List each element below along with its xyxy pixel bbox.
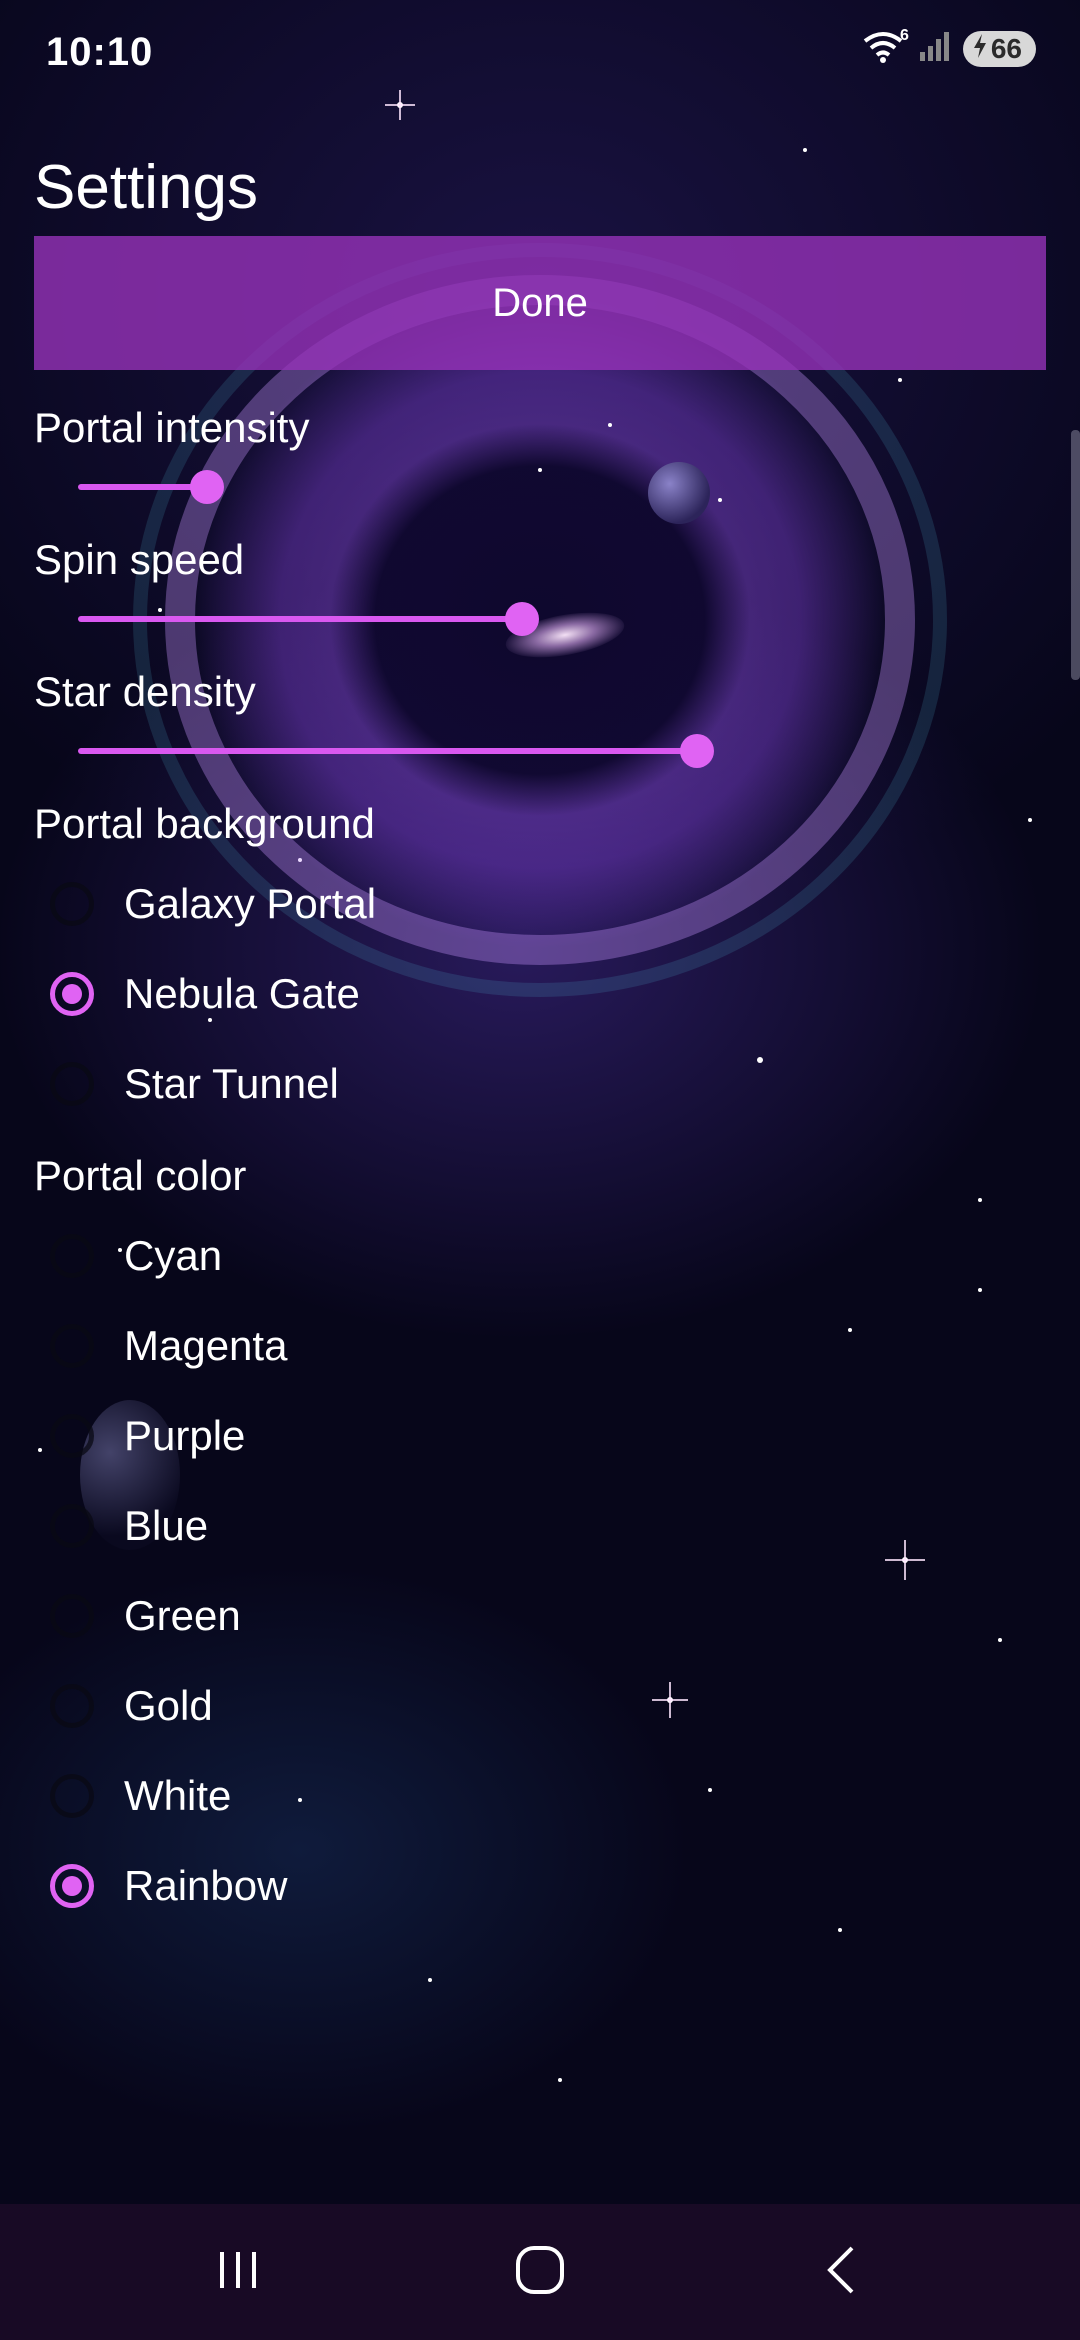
radio-button[interactable] — [50, 1594, 94, 1638]
radio-label: Galaxy Portal — [124, 880, 377, 927]
slider-thumb[interactable] — [680, 734, 715, 768]
radio-option-green[interactable]: Green — [50, 1576, 650, 1656]
radio-label: Nebula Gate — [124, 970, 360, 1017]
radio-button[interactable] — [50, 972, 94, 1016]
slider-thumb[interactable] — [504, 602, 539, 636]
home-icon — [514, 2244, 566, 2301]
radio-button[interactable] — [50, 1234, 94, 1278]
radio-option-gold[interactable]: Gold — [50, 1666, 650, 1746]
back-icon — [822, 2244, 862, 2301]
star-density-slider[interactable] — [78, 731, 1002, 771]
done-button[interactable]: Done — [34, 236, 1046, 370]
radio-option-galaxy-portal[interactable]: Galaxy Portal — [50, 864, 650, 944]
recents-button[interactable] — [188, 2242, 288, 2302]
slider-fill — [78, 484, 208, 490]
home-button[interactable] — [490, 2242, 590, 2302]
scrollbar[interactable] — [1071, 430, 1080, 680]
portal-intensity-slider[interactable] — [78, 467, 1002, 507]
portal-color-heading: Portal color — [34, 1152, 247, 1199]
radio-label: Gold — [124, 1682, 213, 1729]
radio-label: Cyan — [124, 1232, 223, 1279]
radio-option-purple[interactable]: Purple — [50, 1396, 650, 1476]
slider-fill — [78, 616, 522, 622]
status-time: 10:10 — [46, 30, 154, 74]
radio-label: Blue — [124, 1502, 209, 1549]
status-icons: 6 66 — [863, 27, 1036, 67]
radio-button[interactable] — [50, 1324, 94, 1368]
slider-thumb[interactable] — [190, 470, 225, 504]
radio-label: Purple — [124, 1412, 246, 1459]
radio-label: Star Tunnel — [124, 1060, 339, 1107]
radio-button[interactable] — [50, 1774, 94, 1818]
navigation-bar — [0, 2204, 1080, 2340]
radio-button[interactable] — [50, 882, 94, 926]
radio-button[interactable] — [50, 1504, 94, 1548]
radio-button[interactable] — [50, 1414, 94, 1458]
spin-speed-slider[interactable] — [78, 599, 1002, 639]
battery-level: 66 — [990, 32, 1022, 64]
recents-icon — [214, 2248, 262, 2297]
radio-label: Rainbow — [124, 1862, 288, 1909]
radio-option-star-tunnel[interactable]: Star Tunnel — [50, 1044, 650, 1124]
back-button[interactable] — [792, 2242, 892, 2302]
page-title: Settings — [34, 153, 259, 222]
radio-option-blue[interactable]: Blue — [50, 1486, 650, 1566]
battery-charging-icon — [973, 33, 987, 65]
wifi-badge: 6 — [899, 26, 909, 44]
spin-speed-label: Spin speed — [34, 536, 245, 583]
radio-label: Green — [124, 1592, 241, 1639]
radio-label: Magenta — [124, 1322, 288, 1369]
radio-button[interactable] — [50, 1684, 94, 1728]
radio-button[interactable] — [50, 1062, 94, 1106]
signal-icon — [919, 30, 953, 67]
radio-button[interactable] — [50, 1864, 94, 1908]
radio-option-rainbow[interactable]: Rainbow — [50, 1846, 650, 1926]
radio-label: White — [124, 1772, 232, 1819]
portal-intensity-label: Portal intensity — [34, 404, 310, 451]
radio-option-white[interactable]: White — [50, 1756, 650, 1836]
radio-option-cyan[interactable]: Cyan — [50, 1216, 650, 1296]
battery-indicator: 66 — [962, 30, 1036, 67]
radio-option-magenta[interactable]: Magenta — [50, 1306, 650, 1386]
portal-background-heading: Portal background — [34, 800, 375, 847]
status-bar: 10:10 6 66 — [0, 0, 1080, 110]
star-density-label: Star density — [34, 668, 256, 715]
slider-fill — [78, 748, 698, 754]
radio-option-nebula-gate[interactable]: Nebula Gate — [50, 954, 650, 1034]
wifi-icon: 6 — [863, 27, 909, 67]
